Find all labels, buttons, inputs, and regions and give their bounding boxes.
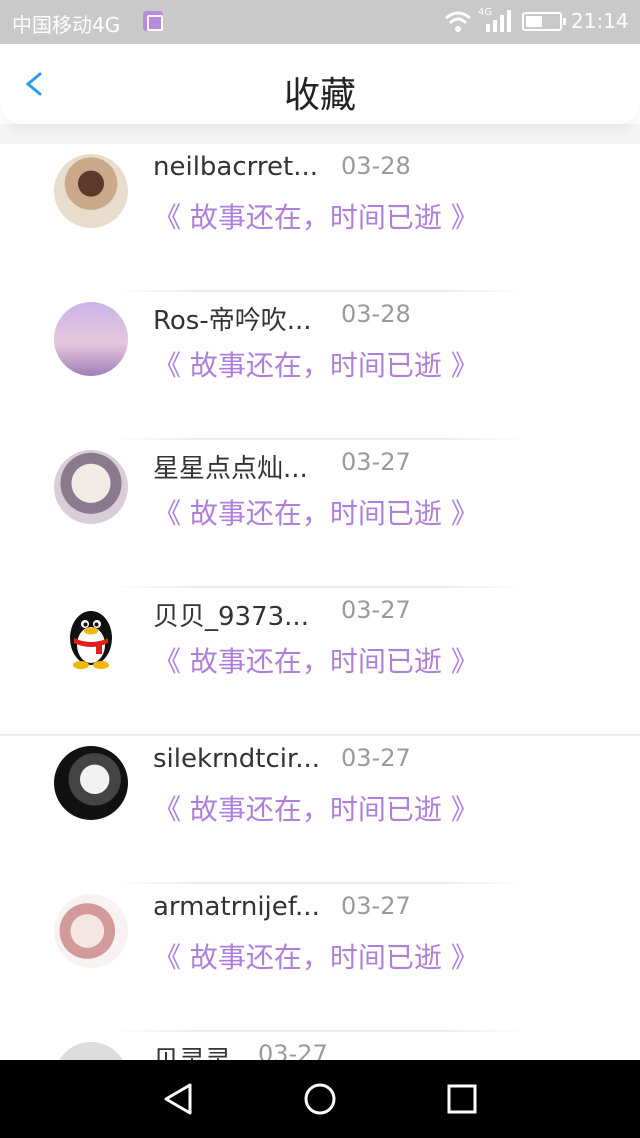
app-header: 收藏	[0, 44, 640, 124]
signal-icon: 4G	[478, 7, 511, 32]
qq-penguin-icon	[54, 598, 128, 672]
list-item[interactable]: neilbacrret... 03-28 《 故事还在，时间已逝 》	[0, 144, 640, 292]
user-name: 星星点点灿...	[153, 454, 308, 484]
story-title[interactable]: 《 故事还在，时间已逝 》	[153, 344, 479, 384]
avatar[interactable]	[54, 302, 128, 376]
sim-icon	[143, 11, 163, 31]
date-label: 03-28	[341, 300, 411, 328]
user-name: 贝贝_9373...	[153, 602, 309, 632]
recents-square-icon	[447, 1084, 477, 1114]
avatar[interactable]	[54, 598, 128, 672]
avatar[interactable]	[54, 746, 128, 820]
back-nav-button[interactable]	[158, 1079, 198, 1119]
list-item[interactable]: silekrndtcir... 03-27 《 故事还在，时间已逝 》	[0, 736, 640, 884]
date-label: 03-27	[341, 448, 411, 476]
clock: 21:14	[571, 9, 629, 33]
recents-nav-button[interactable]	[442, 1079, 482, 1119]
story-title[interactable]: 《 故事还在，时间已逝 》	[153, 936, 479, 976]
story-title[interactable]: 《 故事还在，时间已逝 》	[153, 492, 479, 532]
list-item[interactable]: 贝灵灵 03-27	[0, 1032, 640, 1060]
back-triangle-icon	[164, 1083, 192, 1115]
network-label: 4G	[478, 7, 492, 18]
avatar[interactable]	[54, 154, 128, 228]
user-name: 贝灵灵	[153, 1040, 243, 1060]
wifi-icon	[445, 11, 471, 32]
carrier-label: 中国移动4G	[12, 13, 121, 37]
avatar[interactable]	[54, 894, 128, 968]
page-title: 收藏	[283, 75, 356, 116]
date-label: 03-27	[341, 596, 411, 624]
list-item[interactable]: 贝贝_9373... 03-27 《 故事还在，时间已逝 》	[0, 588, 640, 736]
date-label: 03-27	[341, 744, 411, 772]
date-label: 03-27	[258, 1040, 328, 1060]
story-title[interactable]: 《 故事还在，时间已逝 》	[153, 196, 479, 236]
story-title[interactable]: 《 故事还在，时间已逝 》	[153, 788, 479, 828]
date-label: 03-28	[341, 152, 411, 180]
favorites-list[interactable]: neilbacrret... 03-28 《 故事还在，时间已逝 》 Ros-帝…	[0, 144, 640, 1060]
home-nav-button[interactable]	[300, 1079, 340, 1119]
date-label: 03-27	[341, 892, 411, 920]
home-circle-icon	[304, 1083, 336, 1115]
system-nav-bar	[0, 1060, 640, 1138]
list-item[interactable]: armatrnijef... 03-27 《 故事还在，时间已逝 》	[0, 884, 640, 1032]
battery-icon	[522, 12, 566, 31]
header-spacer	[0, 124, 640, 144]
list-item[interactable]: Ros-帝吟吹... 03-28 《 故事还在，时间已逝 》	[0, 292, 640, 440]
user-name: silekrndtcir...	[153, 744, 321, 774]
user-name: armatrnijef...	[153, 892, 320, 922]
user-name: Ros-帝吟吹...	[153, 306, 312, 336]
status-bar: 中国移动4G 4G 21:14	[0, 0, 640, 44]
avatar[interactable]	[54, 450, 128, 524]
story-title[interactable]: 《 故事还在，时间已逝 》	[153, 640, 479, 680]
avatar[interactable]	[54, 1042, 128, 1060]
user-name: neilbacrret...	[153, 152, 318, 182]
list-item[interactable]: 星星点点灿... 03-27 《 故事还在，时间已逝 》	[0, 440, 640, 588]
